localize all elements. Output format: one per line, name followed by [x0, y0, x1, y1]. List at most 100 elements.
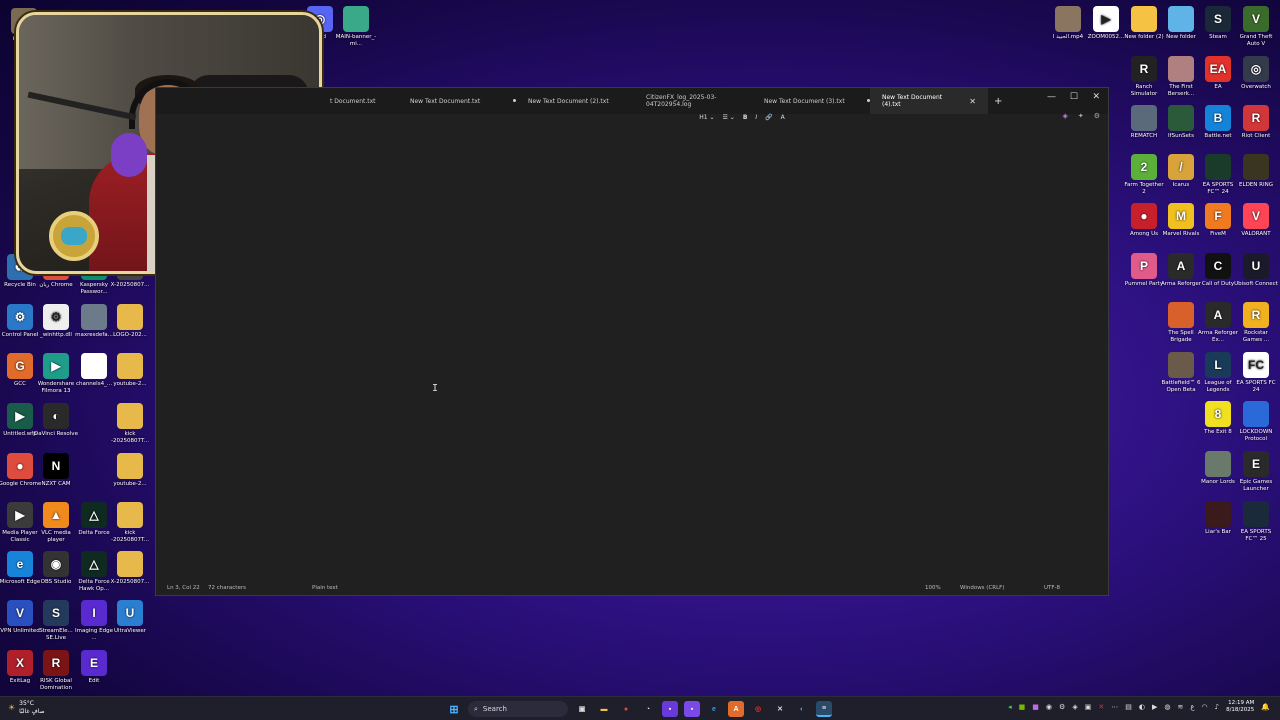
- app-gray-icon[interactable]: ✕: [772, 701, 788, 717]
- notepad-taskbar-icon[interactable]: ≡: [816, 701, 832, 717]
- desktop-icon-wondershare-filmora-13[interactable]: ▶ Wondershare Filmora 13: [36, 353, 76, 395]
- app-orange-icon[interactable]: A: [728, 701, 744, 717]
- desktop-icon-rematch[interactable]: REMATCH: [1124, 105, 1164, 140]
- desktop-icon-icarus[interactable]: / Icarus: [1161, 154, 1201, 189]
- notification-bell-icon[interactable]: 🔔: [1261, 703, 1270, 711]
- file-explorer-icon[interactable]: ▬: [596, 701, 612, 717]
- desktop-icon-zoom0052[interactable]: ▶ ZOOM0052...: [1086, 6, 1126, 41]
- desktop-icon-manor-lords[interactable]: Manor Lords: [1198, 451, 1238, 486]
- settings-gear-icon[interactable]: ⚙: [1094, 112, 1100, 120]
- desktop-icon-epic-games-launcher[interactable]: E Epic Games Launcher: [1236, 451, 1276, 493]
- language-icon[interactable]: ع: [1190, 703, 1194, 711]
- desktop-icon-kick-20250807t[interactable]: kick -20250807T...: [110, 502, 150, 544]
- new-tab-icon[interactable]: +: [994, 96, 1002, 107]
- clear-format-button[interactable]: A: [781, 114, 785, 121]
- desktop-icon-winhttp-dll[interactable]: ⚙ _winhttp.dll: [36, 304, 76, 339]
- tray-app2-icon[interactable]: ⚙: [1059, 703, 1065, 711]
- desktop-icon-riot-client[interactable]: R Riot Client: [1236, 105, 1276, 140]
- tray-app8-icon[interactable]: ◐: [1139, 703, 1145, 711]
- edge-icon[interactable]: e: [706, 701, 722, 717]
- status-line-ending[interactable]: Windows (CRLF): [960, 585, 1004, 591]
- desktop-icon-ubisoft-connect[interactable]: U Ubisoft Connect: [1234, 253, 1278, 288]
- desktop-icon-kick-20250807t[interactable]: kick -20250807T...: [110, 403, 150, 445]
- bold-button[interactable]: B: [743, 114, 748, 121]
- desktop-icon-fivem[interactable]: F FiveM: [1198, 203, 1238, 238]
- desktop-icon-battlefield-6-open-beta[interactable]: Battlefield™ 6 Open Beta: [1161, 352, 1201, 394]
- tray-app7-icon[interactable]: ▤: [1125, 703, 1132, 711]
- desktop-icon-the-first-berserk[interactable]: The First Berserk...: [1161, 56, 1201, 98]
- desktop-icon-x-20250807[interactable]: X-20250807...: [110, 551, 150, 586]
- desktop-icon-streamele-se-live[interactable]: S StreamEle... SE.Live: [36, 600, 76, 642]
- desktop-icon-among-us[interactable]: ● Among Us: [1124, 203, 1164, 238]
- minimize-button[interactable]: —: [1047, 92, 1056, 102]
- copilot-icon[interactable]: ◈: [1062, 112, 1067, 120]
- desktop-icon-edit[interactable]: E Edit: [74, 650, 114, 685]
- start-windows-icon[interactable]: ⊞: [446, 701, 462, 717]
- desktop-icon-valorant[interactable]: V VALORANT: [1236, 203, 1276, 238]
- desktop-icon-ifsunsets[interactable]: IfSunSets: [1161, 105, 1201, 140]
- tray-app11-icon[interactable]: ≋: [1177, 703, 1183, 711]
- desktop-icon-delta-force-hawk-op[interactable]: △ Delta Force Hawk Op...: [74, 551, 114, 593]
- desktop-icon-elden-ring[interactable]: ELDEN RING: [1236, 154, 1276, 189]
- desktop-icon-new-folder[interactable]: New folder: [1161, 6, 1201, 41]
- maximize-button[interactable]: ☐: [1070, 92, 1078, 102]
- desktop-icon-pummel-party[interactable]: P Pummel Party: [1124, 253, 1164, 288]
- desktop-icon-new-folder-2[interactable]: New folder (2): [1124, 6, 1164, 41]
- desktop-icon-the-spell-brigade[interactable]: The Spell Brigade: [1161, 302, 1201, 344]
- volume-icon[interactable]: ♪: [1215, 703, 1219, 711]
- desktop-icon-risk-global-domination[interactable]: R RISK Global Domination: [36, 650, 76, 692]
- tray-green-icon[interactable]: ◂: [1008, 703, 1012, 711]
- desktop-icon-youtube-2[interactable]: youtube-2...: [110, 453, 150, 488]
- desktop-icon-ea-sports-fc-24[interactable]: EA SPORTS FC™ 24: [1198, 154, 1238, 196]
- desktop-icon-ea[interactable]: EA EA: [1198, 56, 1238, 91]
- status-format[interactable]: Plain text: [312, 585, 338, 591]
- desktop-icon-marvel-rivals[interactable]: M Marvel Rivals: [1161, 203, 1201, 238]
- desktop-icon-rockstar-games[interactable]: R Rockstar Games ...: [1236, 302, 1276, 344]
- desktop-icon-vlc-media-player[interactable]: ▲ VLC media player: [36, 502, 76, 544]
- desktop-icon-logo-202[interactable]: LOGO-202...: [110, 304, 150, 339]
- desktop-icon-mp4[interactable]: الحبيد ا.mp4: [1048, 6, 1088, 41]
- desktop-icon-davinci-resolve[interactable]: ◐ DaVinci Resolve: [34, 403, 78, 438]
- steam-icon[interactable]: ◔: [640, 701, 656, 717]
- app-red-icon[interactable]: ◎: [750, 701, 766, 717]
- close-tab-icon[interactable]: ✕: [969, 97, 976, 106]
- desktop-icon-youtube-2[interactable]: youtube-2...: [110, 353, 150, 388]
- weather-widget[interactable]: ☀ 35°C صافٍ غالبًا: [8, 700, 45, 716]
- tray-app4-icon[interactable]: ▣: [1085, 703, 1092, 711]
- desktop-icon-ea-sports-fc-24[interactable]: FC EA SPORTS FC 24: [1236, 352, 1276, 394]
- taskbar-search[interactable]: ⌕ Search: [468, 701, 568, 717]
- desktop-icon-ea-sports-fc-25[interactable]: EA SPORTS FC™ 25: [1236, 501, 1276, 543]
- spellcheck-icon[interactable]: ✦: [1078, 112, 1084, 120]
- tray-app5-icon[interactable]: ✕: [1098, 703, 1104, 711]
- desktop-icon-imaging-edge[interactable]: I Imaging Edge ...: [74, 600, 114, 642]
- desktop-icon-the-exit-8[interactable]: 8 The Exit 8: [1198, 401, 1238, 436]
- tray-app10-icon[interactable]: ◍: [1164, 703, 1170, 711]
- wifi-icon[interactable]: ◠: [1202, 703, 1208, 711]
- desktop-icon-arma-reforger[interactable]: A Arma Reforger: [1161, 253, 1201, 288]
- desktop-icon-obs-studio[interactable]: ◉ OBS Studio: [36, 551, 76, 586]
- desktop-icon-grand-theft-auto-v[interactable]: V Grand Theft Auto V: [1236, 6, 1276, 48]
- desktop-icon-arma-reforger-ex[interactable]: A Arma Reforger Ex...: [1198, 302, 1238, 344]
- app-purple2-icon[interactable]: ▪: [684, 701, 700, 717]
- clock[interactable]: 12:19 AM 8/18/2025: [1226, 700, 1254, 714]
- italic-button[interactable]: I: [755, 114, 757, 121]
- app-purple-icon[interactable]: ▪: [662, 701, 678, 717]
- task-view-icon[interactable]: ▣: [574, 701, 590, 717]
- list-dropdown[interactable]: ☰ ⌄: [722, 114, 734, 121]
- tray-app1-icon[interactable]: ◉: [1046, 703, 1052, 711]
- tray-app9-icon[interactable]: ▶: [1152, 703, 1157, 711]
- status-zoom[interactable]: 100%: [925, 585, 941, 591]
- desktop-icon-steam[interactable]: S Steam: [1198, 6, 1238, 41]
- chrome-icon[interactable]: ●: [618, 701, 634, 717]
- notepad-window[interactable]: t Document.txt New Text Document.txt New T…: [155, 87, 1109, 596]
- tray-app3-icon[interactable]: ◈: [1072, 703, 1077, 711]
- desktop-icon-call-of-duty[interactable]: C Call of Duty: [1198, 253, 1238, 288]
- desktop-icon-battle-net[interactable]: B Battle.net: [1198, 105, 1238, 140]
- desktop-icon-farm-together-2[interactable]: 2 Farm Together 2: [1124, 154, 1164, 196]
- edge-active-icon[interactable]: ◐: [794, 701, 810, 717]
- desktop-icon-league-of-legends[interactable]: L League of Legends: [1198, 352, 1238, 394]
- tray-app6-icon[interactable]: ⋯: [1111, 703, 1118, 711]
- tray-nvidia-icon[interactable]: ■: [1019, 703, 1026, 711]
- desktop-icon-liar-s-bar[interactable]: Liar's Bar: [1198, 501, 1238, 536]
- desktop-icon-main-banner-mi[interactable]: MAIN-banner_-mi...: [336, 6, 376, 48]
